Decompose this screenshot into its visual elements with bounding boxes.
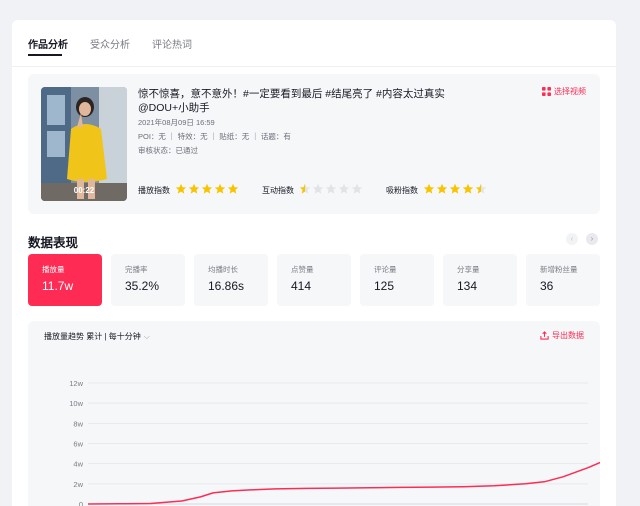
chevron-left-icon[interactable]: ‹ xyxy=(566,233,578,245)
tab-work-analysis[interactable]: 作品分析 xyxy=(28,36,68,51)
star-icon xyxy=(227,183,239,194)
star-icon xyxy=(462,183,474,194)
series-line xyxy=(87,461,600,505)
rating-fan-gain: 吸粉指数 xyxy=(386,183,488,197)
star-icon xyxy=(214,183,226,194)
plays-trend-chart: 02w4w6w8w10w12w08-09 17:1008-09 19:3008-… xyxy=(69,379,600,506)
metric-label: 完播率 xyxy=(125,265,148,274)
y-tick-label: 2w xyxy=(73,480,83,489)
thumbnail-image xyxy=(41,87,127,201)
star-icon xyxy=(436,183,448,194)
chevron-right-icon[interactable]: › xyxy=(586,233,598,245)
metric-label: 评论量 xyxy=(374,265,397,274)
star-icon xyxy=(175,183,187,194)
metric-card-shares[interactable]: 分享量 134 xyxy=(443,254,517,306)
star-icon xyxy=(312,183,324,194)
star-icon xyxy=(201,183,213,194)
metric-label: 均播时长 xyxy=(208,265,238,274)
star-icon xyxy=(449,183,461,194)
metric-label: 点赞量 xyxy=(291,265,314,274)
rating-group: 播放指数 互动指数 吸粉指数 xyxy=(138,183,510,197)
star-icon xyxy=(188,183,200,194)
select-video-label: 选择视频 xyxy=(554,87,586,96)
metric-cards: 播放量 11.7w 完播率 35.2% 均播时长 16.86s 点赞量 414 … xyxy=(28,254,600,306)
tab-bar: 作品分析 受众分析 评论热词 xyxy=(28,36,192,51)
star-icon xyxy=(423,183,435,194)
tab-comment-keywords[interactable]: 评论热词 xyxy=(152,36,192,51)
star-icon xyxy=(338,183,350,194)
metric-value: 125 xyxy=(374,279,395,293)
section-title: 数据表现 xyxy=(28,236,79,250)
tab-audience-analysis[interactable]: 受众分析 xyxy=(90,36,130,51)
active-tab-indicator xyxy=(28,54,62,56)
rating-label: 播放指数 xyxy=(138,185,170,195)
grid-icon xyxy=(542,87,551,96)
star-icon xyxy=(299,183,311,194)
star-icon xyxy=(351,183,363,194)
work-info-panel: 00:22 惊不惊喜，意不意外！#一定要看到最后 #结尾亮了 #内容太过真实 @… xyxy=(28,74,600,214)
rating-label: 互动指数 xyxy=(262,185,294,195)
video-attributes: POI：无 ｜ 特效：无 ｜ 贴纸：无 ｜ 话题：有 xyxy=(138,132,291,141)
video-title: 惊不惊喜，意不意外！#一定要看到最后 #结尾亮了 #内容太过真实 @DOU+小助… xyxy=(138,88,445,114)
analysis-card: 作品分析 受众分析 评论热词 00:22 惊不惊喜，意不意外！#一定要看到最后 … xyxy=(12,20,616,506)
metric-value: 16.86s xyxy=(208,279,245,293)
video-thumbnail[interactable]: 00:22 xyxy=(41,87,127,201)
y-tick-label: 6w xyxy=(73,440,83,449)
star-icon xyxy=(475,183,487,194)
metric-card-likes[interactable]: 点赞量 414 xyxy=(277,254,351,306)
metric-label: 播放量 xyxy=(42,265,65,274)
metric-value: 36 xyxy=(540,279,554,293)
rating-label: 吸粉指数 xyxy=(386,185,418,195)
trend-chart-panel: 播放量趋势 累计 | 每十分钟 ⌵ 导出数据 02w4w6w8w10w12w08… xyxy=(28,321,600,506)
metric-label: 新增粉丝量 xyxy=(540,265,578,274)
star-rating xyxy=(299,183,364,197)
metric-card-avg-duration[interactable]: 均播时长 16.86s xyxy=(194,254,268,306)
video-duration: 00:22 xyxy=(73,186,95,195)
metric-card-comments[interactable]: 评论量 125 xyxy=(360,254,434,306)
y-tick-label: 0 xyxy=(79,500,83,506)
metric-card-plays[interactable]: 播放量 11.7w xyxy=(28,254,102,306)
star-icon xyxy=(325,183,337,194)
metric-card-new-fans[interactable]: 新增粉丝量 36 xyxy=(526,254,600,306)
tabs-divider xyxy=(12,66,616,67)
metric-value: 35.2% xyxy=(125,279,160,293)
metric-value: 134 xyxy=(457,279,478,293)
star-rating xyxy=(423,183,488,197)
y-tick-label: 4w xyxy=(73,460,83,469)
y-tick-label: 8w xyxy=(73,419,83,428)
select-video-button[interactable]: 选择视频 xyxy=(542,86,586,97)
metric-value: 11.7w xyxy=(42,279,74,293)
y-tick-label: 10w xyxy=(69,399,83,408)
publish-date: 2021年08月09日 16:59 xyxy=(138,118,215,127)
metric-card-completion-rate[interactable]: 完播率 35.2% xyxy=(111,254,185,306)
rating-interaction: 互动指数 xyxy=(262,183,364,197)
star-rating xyxy=(175,183,240,197)
review-status: 审核状态：已通过 xyxy=(138,146,198,155)
metric-label: 分享量 xyxy=(457,265,480,274)
y-tick-label: 12w xyxy=(69,379,83,388)
metric-pager: ‹ › xyxy=(566,233,598,245)
rating-play: 播放指数 xyxy=(138,183,240,197)
metric-value: 414 xyxy=(291,279,312,293)
